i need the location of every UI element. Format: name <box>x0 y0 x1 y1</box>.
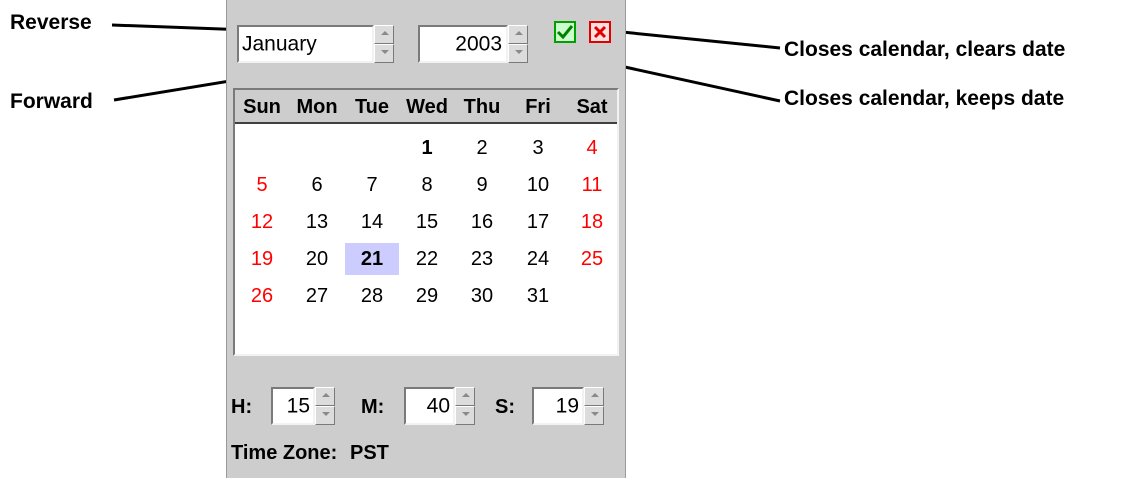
timezone-label: Time Zone: <box>231 442 338 464</box>
minute-value: 40 <box>426 394 450 418</box>
keeps-annotation: Closes calendar, keeps date <box>784 87 1065 110</box>
calendar-grid: Sun Mon Tue Wed Thu Fri Sat 1 2 3 4 5 6 7 8 9 10 11 12 13 1… <box>233 88 619 356</box>
day-header-row: Sun Mon Tue Wed Thu Fri Sat <box>235 90 617 124</box>
year-down-button[interactable] <box>508 44 528 63</box>
day-cell[interactable]: 24 <box>511 243 565 275</box>
day-header-4: Thu <box>463 96 501 118</box>
hour-spinner <box>315 387 335 425</box>
month-value: January <box>242 32 317 56</box>
day-header-5: Fri <box>525 96 551 118</box>
day-header-1: Mon <box>296 96 338 118</box>
second-down-button[interactable] <box>584 406 604 425</box>
day-cell[interactable]: 1 <box>400 132 454 164</box>
second-spinner <box>584 387 604 425</box>
day-cell[interactable]: 8 <box>400 169 454 201</box>
day-header-3: Wed <box>406 96 448 118</box>
month-reverse-button[interactable] <box>374 25 394 44</box>
day-cell[interactable]: 23 <box>455 243 509 275</box>
day-cell[interactable]: 2 <box>455 132 509 164</box>
day-header-0: Sun <box>243 96 281 118</box>
day-header-2: Tue <box>354 96 390 118</box>
minute-label: M: <box>361 396 385 418</box>
hour-up-button[interactable] <box>315 387 335 406</box>
day-cell[interactable]: 3 <box>511 132 565 164</box>
day-cell[interactable]: 11 <box>565 169 619 201</box>
clears-annotation: Closes calendar, clears date <box>784 38 1066 61</box>
day-cell[interactable]: 18 <box>565 206 619 238</box>
hour-down-button[interactable] <box>315 406 335 425</box>
day-cell[interactable]: 27 <box>290 280 344 312</box>
day-cell[interactable]: 12 <box>235 206 289 238</box>
hour-value: 15 <box>286 394 310 418</box>
minute-spinner <box>455 387 475 425</box>
day-cell[interactable]: 28 <box>345 280 399 312</box>
day-cell[interactable]: 25 <box>565 243 619 275</box>
day-cell[interactable]: 10 <box>511 169 565 201</box>
day-cell[interactable]: 9 <box>455 169 509 201</box>
day-cell[interactable]: 4 <box>565 132 619 164</box>
check-icon <box>556 25 574 40</box>
day-cell[interactable]: 29 <box>400 280 454 312</box>
second-label: S: <box>495 396 515 418</box>
minute-field[interactable]: 40 <box>404 387 455 425</box>
day-header-6: Sat <box>576 96 608 118</box>
day-cell[interactable]: 15 <box>400 206 454 238</box>
day-cell[interactable]: 26 <box>235 280 289 312</box>
cancel-button[interactable] <box>589 21 611 43</box>
day-cell[interactable]: 20 <box>290 243 344 275</box>
day-cell[interactable]: 19 <box>235 243 289 275</box>
day-cell[interactable]: 7 <box>345 169 399 201</box>
day-cell[interactable]: 30 <box>455 280 509 312</box>
second-up-button[interactable] <box>584 387 604 406</box>
year-field[interactable]: 2003 <box>418 25 508 63</box>
hour-field[interactable]: 15 <box>271 387 315 425</box>
day-cell[interactable]: 6 <box>290 169 344 201</box>
minute-down-button[interactable] <box>455 406 475 425</box>
year-spinner <box>508 25 528 63</box>
year-up-button[interactable] <box>508 25 528 44</box>
day-cell[interactable]: 31 <box>511 280 565 312</box>
hour-label: H: <box>231 396 253 418</box>
month-spinner <box>374 25 394 63</box>
second-field[interactable]: 19 <box>532 387 584 425</box>
month-forward-button[interactable] <box>374 44 394 63</box>
year-value: 2003 <box>455 32 502 56</box>
day-cell[interactable]: 22 <box>400 243 454 275</box>
day-cell[interactable]: 5 <box>235 169 289 201</box>
day-cell[interactable]: 16 <box>455 206 509 238</box>
minute-up-button[interactable] <box>455 387 475 406</box>
reverse-annotation: Reverse <box>10 11 92 34</box>
forward-annotation: Forward <box>10 90 93 113</box>
day-cell[interactable]: 13 <box>290 206 344 238</box>
selected-day-cell[interactable]: 21 <box>345 243 399 275</box>
clears-leader <box>611 29 781 50</box>
day-cell[interactable]: 17 <box>511 206 565 238</box>
day-cell[interactable]: 14 <box>345 206 399 238</box>
x-icon <box>593 25 607 39</box>
month-field[interactable]: January <box>237 25 374 63</box>
ok-button[interactable] <box>554 21 576 43</box>
second-value: 19 <box>555 394 579 418</box>
timezone-value: PST <box>350 442 389 464</box>
